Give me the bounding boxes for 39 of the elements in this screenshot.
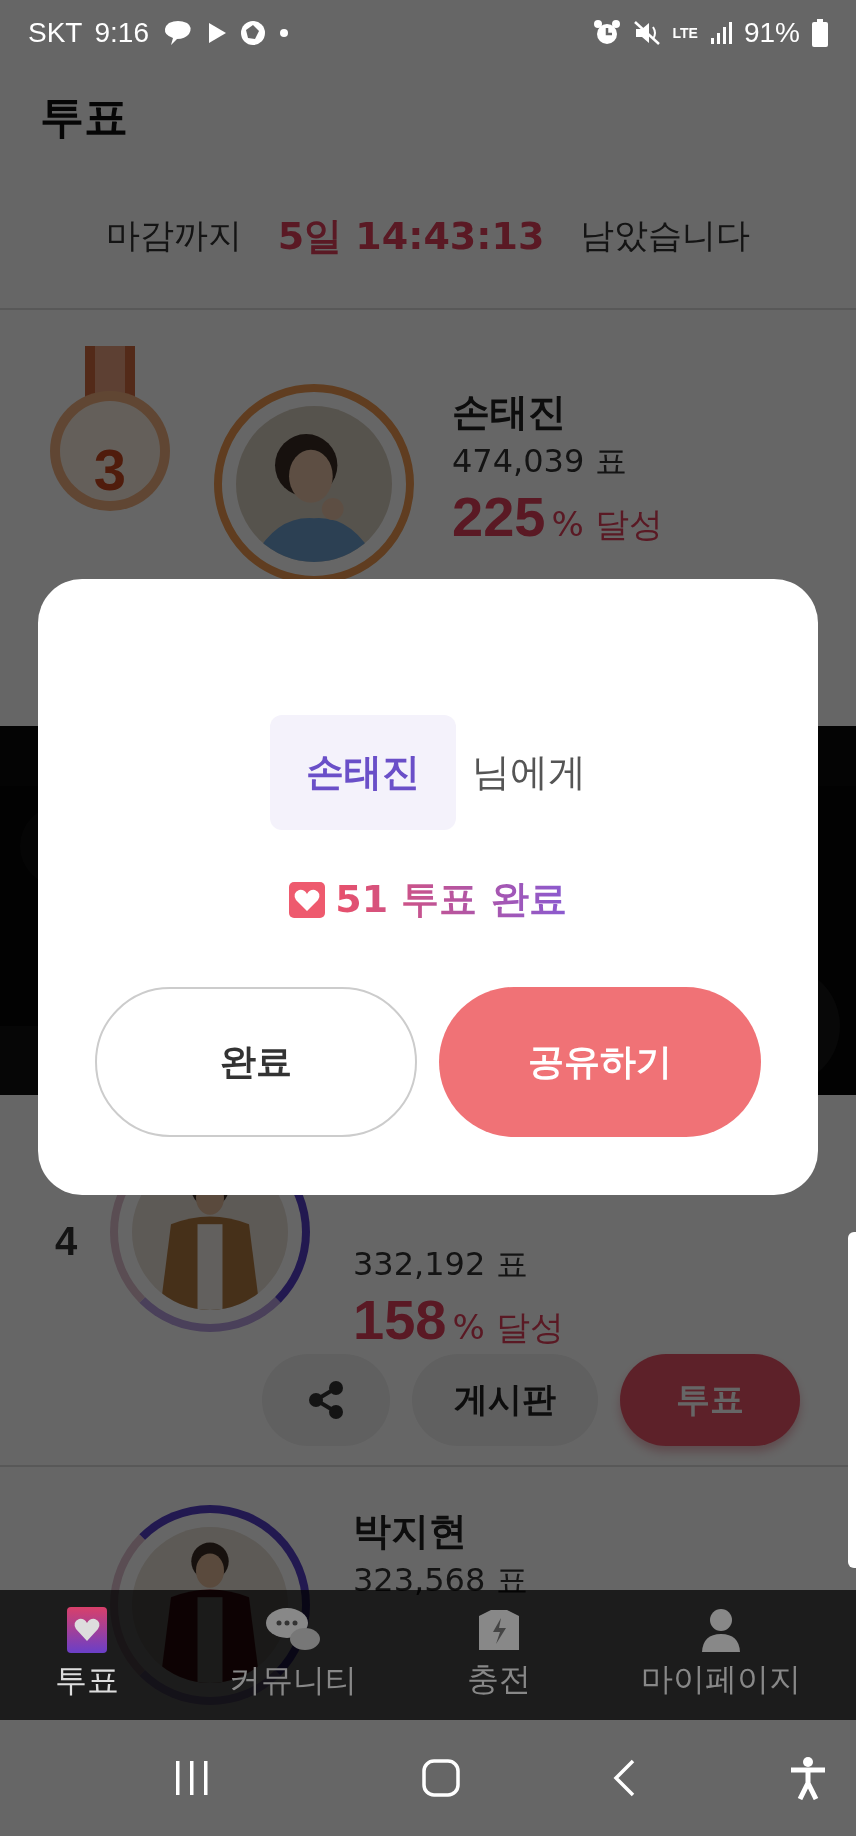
nav-tab[interactable]: 투표 xyxy=(49,1607,125,1703)
share-button[interactable]: 공유하기 xyxy=(439,987,761,1137)
signal-icon xyxy=(709,21,732,45)
vote-count: 323,568 표 xyxy=(353,1560,529,1601)
vote-count: 332,192 표 xyxy=(353,1243,529,1285)
nav-tab[interactable]: 마이페이지 xyxy=(635,1608,807,1702)
candidate-name: 손태진 xyxy=(452,389,567,436)
alarm-icon xyxy=(592,19,621,47)
countdown-label: 마감까지 xyxy=(105,214,242,257)
carrier-name: SKT xyxy=(28,17,83,49)
play-icon xyxy=(206,22,227,44)
nav-tab[interactable]: 충전 xyxy=(461,1608,537,1702)
network-label: LTE xyxy=(672,25,698,41)
aperture-icon xyxy=(238,19,267,47)
battery-icon xyxy=(812,19,828,47)
clock-time: 9:16 xyxy=(94,17,149,49)
battery-percent: 91% xyxy=(743,17,800,49)
countdown-timer: 5일 14:43:13 xyxy=(277,212,545,260)
chat-bubbles-icon xyxy=(265,1607,321,1653)
board-button[interactable]: 게시판 xyxy=(412,1353,598,1446)
achievement-percent: 158 xyxy=(353,1286,447,1352)
countdown-label: 남았습니다 xyxy=(580,214,751,257)
home-icon[interactable] xyxy=(420,1758,461,1798)
rank-number: 4 xyxy=(54,1219,79,1265)
vote-count: 474,039 표 xyxy=(452,441,628,482)
candidate-name: 박지현 xyxy=(353,1508,468,1555)
rank-number: 3 xyxy=(92,436,128,503)
achievement-label: % 달성 xyxy=(551,503,663,546)
page-title: 투표 xyxy=(39,90,129,144)
achievement-percent: 225 xyxy=(452,484,546,549)
done-button[interactable]: 완료 xyxy=(95,987,417,1137)
person-icon xyxy=(701,1608,741,1652)
achievement-label: % 달성 xyxy=(452,1305,564,1349)
recipient-suffix: 님에게 xyxy=(472,749,586,796)
recipient-name: 손태진 xyxy=(270,715,456,830)
heart-card-icon xyxy=(67,1607,107,1653)
mute-icon xyxy=(632,19,661,47)
dot-icon xyxy=(278,28,289,38)
nav-tab[interactable]: 커뮤니티 xyxy=(223,1607,363,1703)
